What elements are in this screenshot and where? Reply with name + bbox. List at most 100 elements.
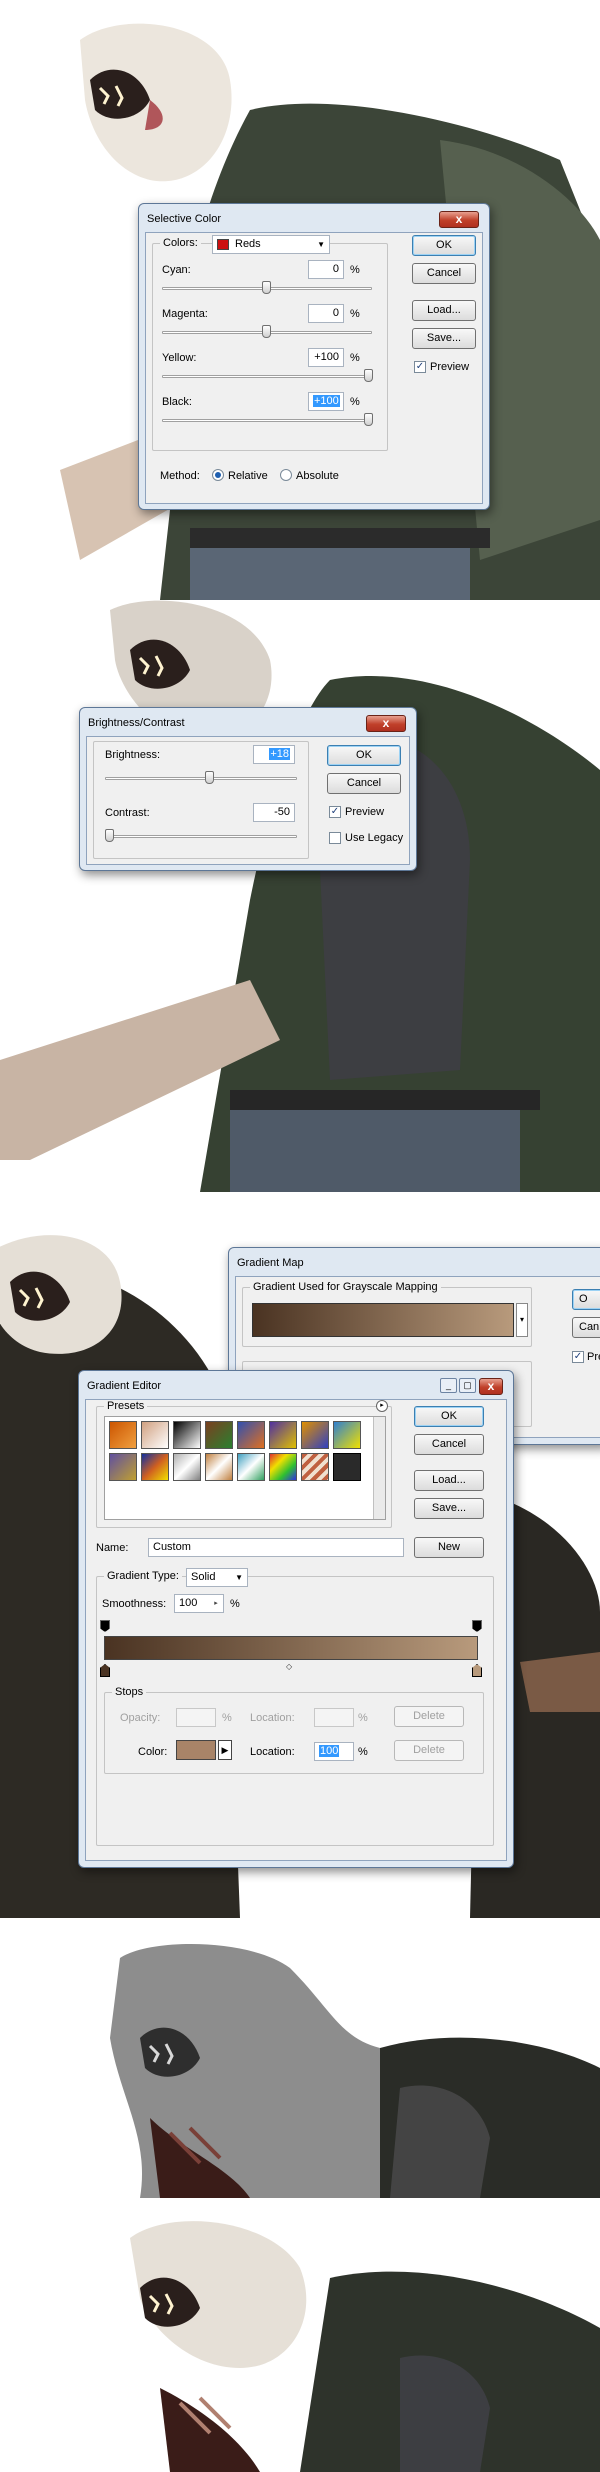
black-slider-thumb[interactable] <box>364 413 373 426</box>
gradient-map-preview[interactable] <box>252 1303 514 1337</box>
preset-chip[interactable] <box>333 1421 361 1449</box>
grayscale-mapping-label: Gradient Used for Grayscale Mapping <box>250 1281 441 1293</box>
yellow-slider-track[interactable] <box>162 375 372 378</box>
preset-chip[interactable] <box>141 1453 169 1481</box>
preset-chip[interactable] <box>301 1421 329 1449</box>
opacity-location-unit: % <box>358 1712 368 1724</box>
smoothness-stepper-icon[interactable]: ▸ <box>210 1596 222 1611</box>
magenta-field[interactable]: 0 <box>308 304 344 323</box>
preset-chip[interactable] <box>109 1453 137 1481</box>
preset-chip[interactable] <box>269 1453 297 1481</box>
contrast-slider-track[interactable] <box>105 835 297 838</box>
wolf-photo-4 <box>0 1918 600 2198</box>
yellow-field[interactable]: +100 <box>308 348 344 367</box>
use-legacy-label: Use Legacy <box>345 832 404 844</box>
magenta-unit: % <box>350 308 360 320</box>
close-button[interactable]: x <box>439 211 479 228</box>
presets-menu-icon[interactable]: ▸ <box>376 1400 388 1412</box>
cyan-field[interactable]: 0 <box>308 260 344 279</box>
save-button[interactable]: Save... <box>412 328 476 349</box>
color-location-field[interactable]: 100 <box>314 1742 354 1761</box>
dialog-titlebar[interactable]: Brightness/Contrast x <box>86 714 410 736</box>
preview-checkbox[interactable]: ✓ <box>414 361 426 373</box>
name-field[interactable]: Custom <box>148 1538 404 1557</box>
magenta-label: Magenta: <box>162 308 208 320</box>
brightness-field[interactable]: +18 <box>253 745 295 764</box>
brightness-slider-thumb[interactable] <box>205 771 214 784</box>
color-location-unit: % <box>358 1746 368 1758</box>
dialog-titlebar[interactable]: Selective Color x <box>145 210 483 232</box>
cancel-button[interactable]: Cancel <box>327 773 401 794</box>
maximize-icon[interactable]: ▢ <box>459 1378 476 1393</box>
close-button[interactable]: x <box>479 1378 503 1395</box>
cancel-button[interactable]: Cancel <box>412 263 476 284</box>
preset-chip[interactable] <box>269 1421 297 1449</box>
ok-button[interactable]: OK <box>412 235 476 256</box>
opacity-field[interactable] <box>176 1708 216 1727</box>
gradient-map-dropdown[interactable]: ▾ <box>516 1303 528 1337</box>
preset-chip[interactable] <box>109 1421 137 1449</box>
yellow-slider-thumb[interactable] <box>364 369 373 382</box>
preview-checkbox[interactable]: ✓ <box>572 1351 584 1363</box>
load-button[interactable]: Load... <box>412 300 476 321</box>
ok-button[interactable]: OK <box>414 1406 484 1427</box>
preview-checkbox[interactable]: ✓ <box>329 806 341 818</box>
close-button[interactable]: x <box>366 715 406 732</box>
dialog-title: Brightness/Contrast <box>88 717 185 729</box>
preset-chip[interactable] <box>301 1453 329 1481</box>
minimize-icon[interactable]: _ <box>440 1378 457 1393</box>
preset-chip[interactable] <box>237 1453 265 1481</box>
contrast-field[interactable]: -50 <box>253 803 295 822</box>
save-button[interactable]: Save... <box>414 1498 484 1519</box>
magenta-slider-thumb[interactable] <box>262 325 271 338</box>
use-legacy-checkbox[interactable] <box>329 832 341 844</box>
preset-chip[interactable] <box>173 1453 201 1481</box>
presets-scrollbar[interactable] <box>373 1417 385 1519</box>
stops-label: Stops <box>112 1686 147 1698</box>
preset-chip[interactable] <box>205 1453 233 1481</box>
yellow-label: Yellow: <box>162 352 197 364</box>
brightness-label: Brightness: <box>105 749 161 761</box>
wolf-photo-5 <box>0 2198 600 2472</box>
smoothness-unit: % <box>230 1598 240 1610</box>
absolute-radio[interactable] <box>280 469 292 481</box>
yellow-unit: % <box>350 352 360 364</box>
midpoint-diamond-icon[interactable]: ◇ <box>286 1662 292 1671</box>
preset-chip[interactable] <box>333 1453 361 1481</box>
preset-chip[interactable] <box>205 1421 233 1449</box>
dialog-body: Colors: Reds ▼ Cyan: 0 % Magenta: 0 % Ye… <box>145 232 483 504</box>
ok-button[interactable]: O <box>572 1289 600 1310</box>
preset-chip[interactable] <box>173 1421 201 1449</box>
gradient-type-value: Solid <box>191 1571 216 1583</box>
new-button[interactable]: New <box>414 1537 484 1558</box>
contrast-slider-thumb[interactable] <box>105 829 114 842</box>
colors-select[interactable]: Reds ▼ <box>212 235 330 254</box>
relative-radio[interactable] <box>212 469 224 481</box>
gradient-bar[interactable] <box>104 1636 478 1660</box>
opacity-location-field[interactable] <box>314 1708 354 1727</box>
preset-chip[interactable] <box>141 1421 169 1449</box>
relative-label: Relative <box>228 470 268 482</box>
dialog-titlebar[interactable]: Gradient Editor _ ▢ x <box>85 1377 507 1399</box>
ok-button[interactable]: OK <box>327 745 401 766</box>
load-button[interactable]: Load... <box>414 1470 484 1491</box>
delete-color-button[interactable]: Delete <box>394 1740 464 1761</box>
cyan-slider-thumb[interactable] <box>262 281 271 294</box>
smoothness-label: Smoothness: <box>102 1598 167 1610</box>
delete-opacity-button[interactable]: Delete <box>394 1706 464 1727</box>
colors-label: Colors: <box>160 237 201 249</box>
cancel-button[interactable]: Cancel <box>414 1434 484 1455</box>
brightness-slider-track[interactable] <box>105 777 297 780</box>
stops-group <box>104 1692 484 1774</box>
color-arrow-icon[interactable]: ▶ <box>218 1740 232 1760</box>
preset-chip[interactable] <box>237 1421 265 1449</box>
gradient-type-select[interactable]: Solid ▼ <box>186 1568 248 1587</box>
dialog-titlebar[interactable]: Gradient Map <box>235 1254 600 1276</box>
black-field[interactable]: +100 <box>308 392 344 411</box>
dialog-title: Selective Color <box>147 213 221 225</box>
wolf-photo-2 <box>0 600 600 1192</box>
cancel-button[interactable]: Can <box>572 1317 600 1338</box>
stop-color-swatch[interactable] <box>176 1740 216 1760</box>
black-slider-track[interactable] <box>162 419 372 422</box>
preview-label: Prev <box>587 1351 600 1363</box>
